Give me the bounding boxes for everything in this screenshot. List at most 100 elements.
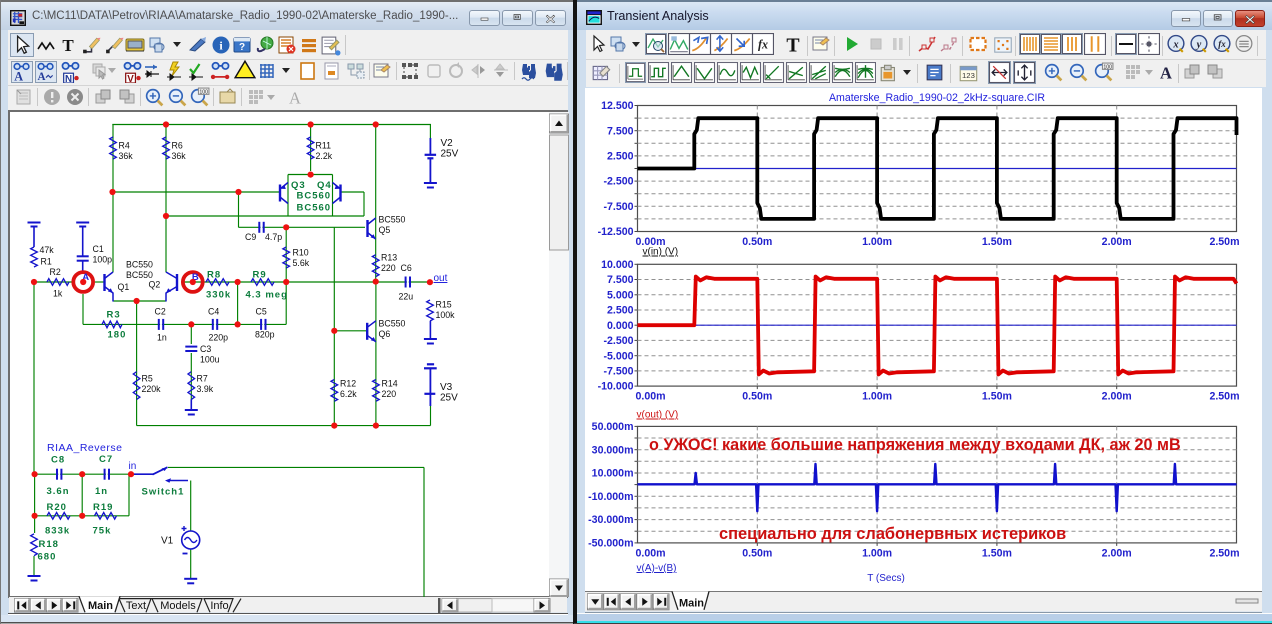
svg-text:4.3 meg: 4.3 meg	[246, 290, 288, 301]
svg-text:100: 100	[199, 89, 208, 95]
svg-text:Text: Text	[126, 600, 146, 612]
svg-text:R6: R6	[172, 141, 183, 151]
svg-text:V1: V1	[161, 536, 174, 547]
svg-text:6.2k: 6.2k	[340, 389, 357, 399]
svg-text:1k: 1k	[53, 289, 63, 299]
svg-text:R19: R19	[93, 502, 113, 513]
svg-text:2.2k: 2.2k	[316, 151, 333, 161]
svg-text:2.00m: 2.00m	[1102, 391, 1132, 403]
svg-text:y: y	[1195, 40, 1202, 51]
svg-text:Switch1: Switch1	[142, 487, 185, 498]
svg-text:in: in	[129, 461, 137, 472]
svg-text:-30.000m: -30.000m	[588, 514, 633, 526]
svg-text:-5.000: -5.000	[603, 350, 633, 362]
svg-text:3.9k: 3.9k	[197, 384, 214, 394]
svg-text:R5: R5	[142, 374, 153, 384]
svg-text:2.00m: 2.00m	[1102, 236, 1132, 248]
svg-text:-10.000m: -10.000m	[588, 491, 633, 503]
svg-text:R14: R14	[382, 379, 398, 389]
svg-text:Amaterske_Radio_1990-02_2kHz-s: Amaterske_Radio_1990-02_2kHz-square.CIR	[829, 92, 1045, 104]
svg-text:1.50m: 1.50m	[982, 547, 1012, 559]
svg-text:C3: C3	[200, 344, 211, 354]
svg-text:2.50m: 2.50m	[1209, 391, 1239, 403]
svg-text:Q6: Q6	[379, 329, 391, 339]
svg-text:fx: fx	[758, 37, 768, 51]
svg-text:180: 180	[108, 330, 127, 341]
svg-text:-2.500: -2.500	[603, 335, 633, 347]
svg-text:-10.000: -10.000	[598, 381, 634, 393]
svg-text:2.50m: 2.50m	[1209, 547, 1239, 559]
svg-text:220k: 220k	[142, 384, 162, 394]
svg-text:специально для слабонервных ис: специально для слабонервных истериков	[719, 525, 1066, 543]
svg-text:0.00m: 0.00m	[636, 391, 666, 403]
svg-text:R10: R10	[293, 248, 309, 258]
svg-text:Main: Main	[88, 600, 113, 612]
svg-text:0.50m: 0.50m	[742, 236, 772, 248]
svg-text:220: 220	[382, 389, 397, 399]
svg-text:?: ?	[239, 42, 245, 53]
svg-text:0.00m: 0.00m	[636, 547, 666, 559]
svg-text:v(A)-v(B): v(A)-v(B)	[637, 563, 677, 574]
svg-text:BC550: BC550	[126, 270, 153, 280]
svg-text:330k: 330k	[206, 290, 231, 301]
svg-text:T: T	[62, 36, 74, 55]
svg-text:R4: R4	[119, 141, 130, 151]
svg-text:C8: C8	[51, 455, 65, 466]
svg-text:123: 123	[962, 71, 975, 80]
svg-text:0.50m: 0.50m	[742, 547, 772, 559]
svg-text:12.500: 12.500	[601, 100, 634, 112]
svg-text:833k: 833k	[45, 526, 70, 537]
svg-text:C4: C4	[208, 307, 219, 317]
svg-text:25V: 25V	[440, 392, 458, 403]
svg-text:220p: 220p	[209, 333, 229, 343]
svg-text:C1: C1	[93, 244, 104, 254]
svg-text:BC550: BC550	[126, 260, 153, 270]
svg-text:T: T	[786, 35, 799, 55]
svg-text:BC550: BC550	[379, 319, 406, 329]
svg-text:-7.500: -7.500	[603, 201, 633, 213]
svg-text:-12.500: -12.500	[598, 226, 634, 238]
svg-text:1.00m: 1.00m	[862, 236, 892, 248]
svg-text:100k: 100k	[436, 310, 456, 320]
svg-text:R12: R12	[340, 379, 356, 389]
svg-text:0.50m: 0.50m	[742, 391, 772, 403]
svg-text:30.000m: 30.000m	[592, 444, 634, 456]
svg-text:75k: 75k	[93, 526, 112, 537]
svg-text:2.500: 2.500	[607, 151, 634, 163]
svg-text:1.50m: 1.50m	[982, 391, 1012, 403]
svg-text:1.50m: 1.50m	[982, 236, 1012, 248]
svg-text:100u: 100u	[200, 354, 220, 364]
svg-text:Models: Models	[160, 600, 196, 612]
svg-text:A: A	[289, 89, 301, 108]
svg-text:4.7p: 4.7p	[265, 232, 282, 242]
svg-text:100: 100	[1103, 64, 1112, 70]
svg-text:R15: R15	[436, 300, 452, 310]
svg-text:C6: C6	[401, 263, 412, 273]
svg-text:C5: C5	[256, 307, 267, 317]
svg-text:out: out	[434, 273, 448, 284]
svg-text:2.00m: 2.00m	[1102, 547, 1132, 559]
svg-text:3.6n: 3.6n	[47, 486, 70, 497]
svg-text:v(in) (V): v(in) (V)	[643, 247, 679, 258]
svg-text:C2: C2	[155, 307, 166, 317]
svg-text:0.000: 0.000	[607, 320, 634, 332]
svg-text:5.6k: 5.6k	[293, 258, 310, 268]
svg-text:220: 220	[381, 263, 396, 273]
svg-text:о УЖОС! какие большие напряжен: о УЖОС! какие большие напряжения между в…	[649, 436, 1181, 454]
svg-text:-50.000m: -50.000m	[588, 538, 633, 550]
svg-text:25V: 25V	[441, 148, 459, 159]
svg-text:A: A	[14, 69, 23, 83]
svg-text:R2: R2	[50, 267, 61, 277]
svg-text:BC560: BC560	[297, 190, 332, 201]
svg-text:A: A	[38, 71, 46, 83]
svg-text:1n: 1n	[95, 486, 108, 497]
svg-text:R1: R1	[41, 257, 52, 267]
svg-text:fx: fx	[1218, 39, 1226, 49]
svg-text:A: A	[1160, 64, 1172, 83]
svg-text:R9: R9	[253, 270, 267, 281]
svg-text:7.500: 7.500	[607, 274, 634, 286]
svg-text:1.00m: 1.00m	[862, 547, 892, 559]
svg-text:Q1: Q1	[118, 282, 130, 292]
svg-text:C9: C9	[245, 232, 256, 242]
svg-text:100p: 100p	[93, 254, 113, 264]
